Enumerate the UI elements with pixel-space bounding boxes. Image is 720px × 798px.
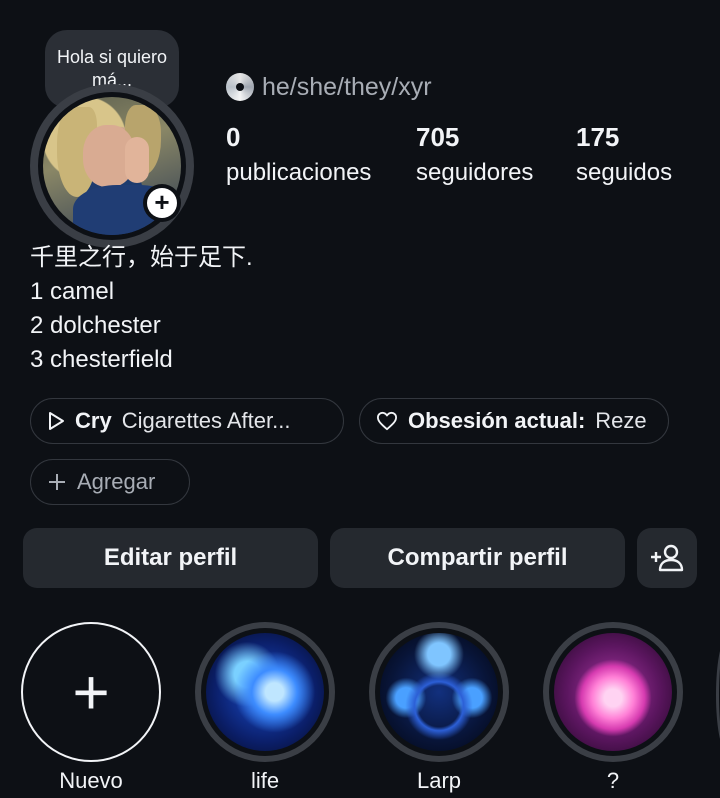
bio-line: 1 camel [30,278,115,305]
highlight-cover [206,633,324,751]
bio-line: 3 chesterfield [30,346,173,373]
music-chip[interactable]: Cry Cigarettes After... [30,398,344,444]
play-icon [49,412,64,430]
cd-icon [226,73,254,101]
highlight-label: ? [606,768,620,793]
edit-profile-label: Editar perfil [103,544,238,571]
highlight-label: life [250,768,280,793]
obsession-value: Reze [595,408,647,433]
highlight-larp[interactable]: Larp [369,622,509,794]
stat-followers[interactable]: 705 seguidores [416,122,533,188]
highlight-life[interactable]: life [195,622,335,794]
highlight-partial[interactable] [716,640,720,750]
add-chip[interactable]: Agregar [30,459,190,505]
highlight-label: Larp [416,768,462,793]
stat-following-count: 175 [576,122,620,152]
pronouns-text: he/she/they/xyr [262,72,432,101]
obsession-chip[interactable]: Obsesión actual: Reze [359,398,669,444]
heart-icon [376,411,397,431]
discover-people-button[interactable] [637,528,697,588]
stat-followers-count: 705 [416,122,460,152]
pronouns: he/she/they/xyr [226,70,432,104]
stat-posts-count: 0 [226,122,241,152]
profile-avatar[interactable] [30,84,194,248]
highlight-new[interactable]: + Nuevo [21,622,161,794]
highlight-cover [554,633,672,751]
highlight-question[interactable]: ? [543,622,683,794]
stat-posts[interactable]: 0 publicaciones [226,122,371,188]
bio-line: 2 dolchester [30,312,161,339]
plus-icon [49,474,65,490]
share-profile-button[interactable]: Compartir perfil [330,528,625,588]
obsession-label: Obsesión actual: [408,408,586,433]
stat-posts-label: publicaciones [226,159,372,186]
music-artist: Cigarettes After... [121,408,291,433]
edit-profile-button[interactable]: Editar perfil [23,528,318,588]
highlight-new-circle: + [21,622,161,762]
add-chip-label: Agregar [77,469,156,494]
stat-followers-label: seguidores [416,159,534,186]
bio-line: 千里之行，始于足下. [30,244,253,271]
stat-following[interactable]: 175 seguidos [576,122,672,188]
highlight-cover [380,633,498,751]
stat-following-label: seguidos [576,159,673,186]
plus-icon: + [72,656,110,728]
share-profile-label: Compartir perfil [387,544,568,571]
bio: 千里之行，始于足下. 1 camel 2 dolchester 3 cheste… [30,241,253,377]
plus-icon: + [147,188,177,218]
music-song: Cry [75,408,112,433]
highlight-label: Nuevo [59,768,123,793]
add-story-button[interactable]: + [143,184,181,222]
add-person-icon [651,544,684,572]
